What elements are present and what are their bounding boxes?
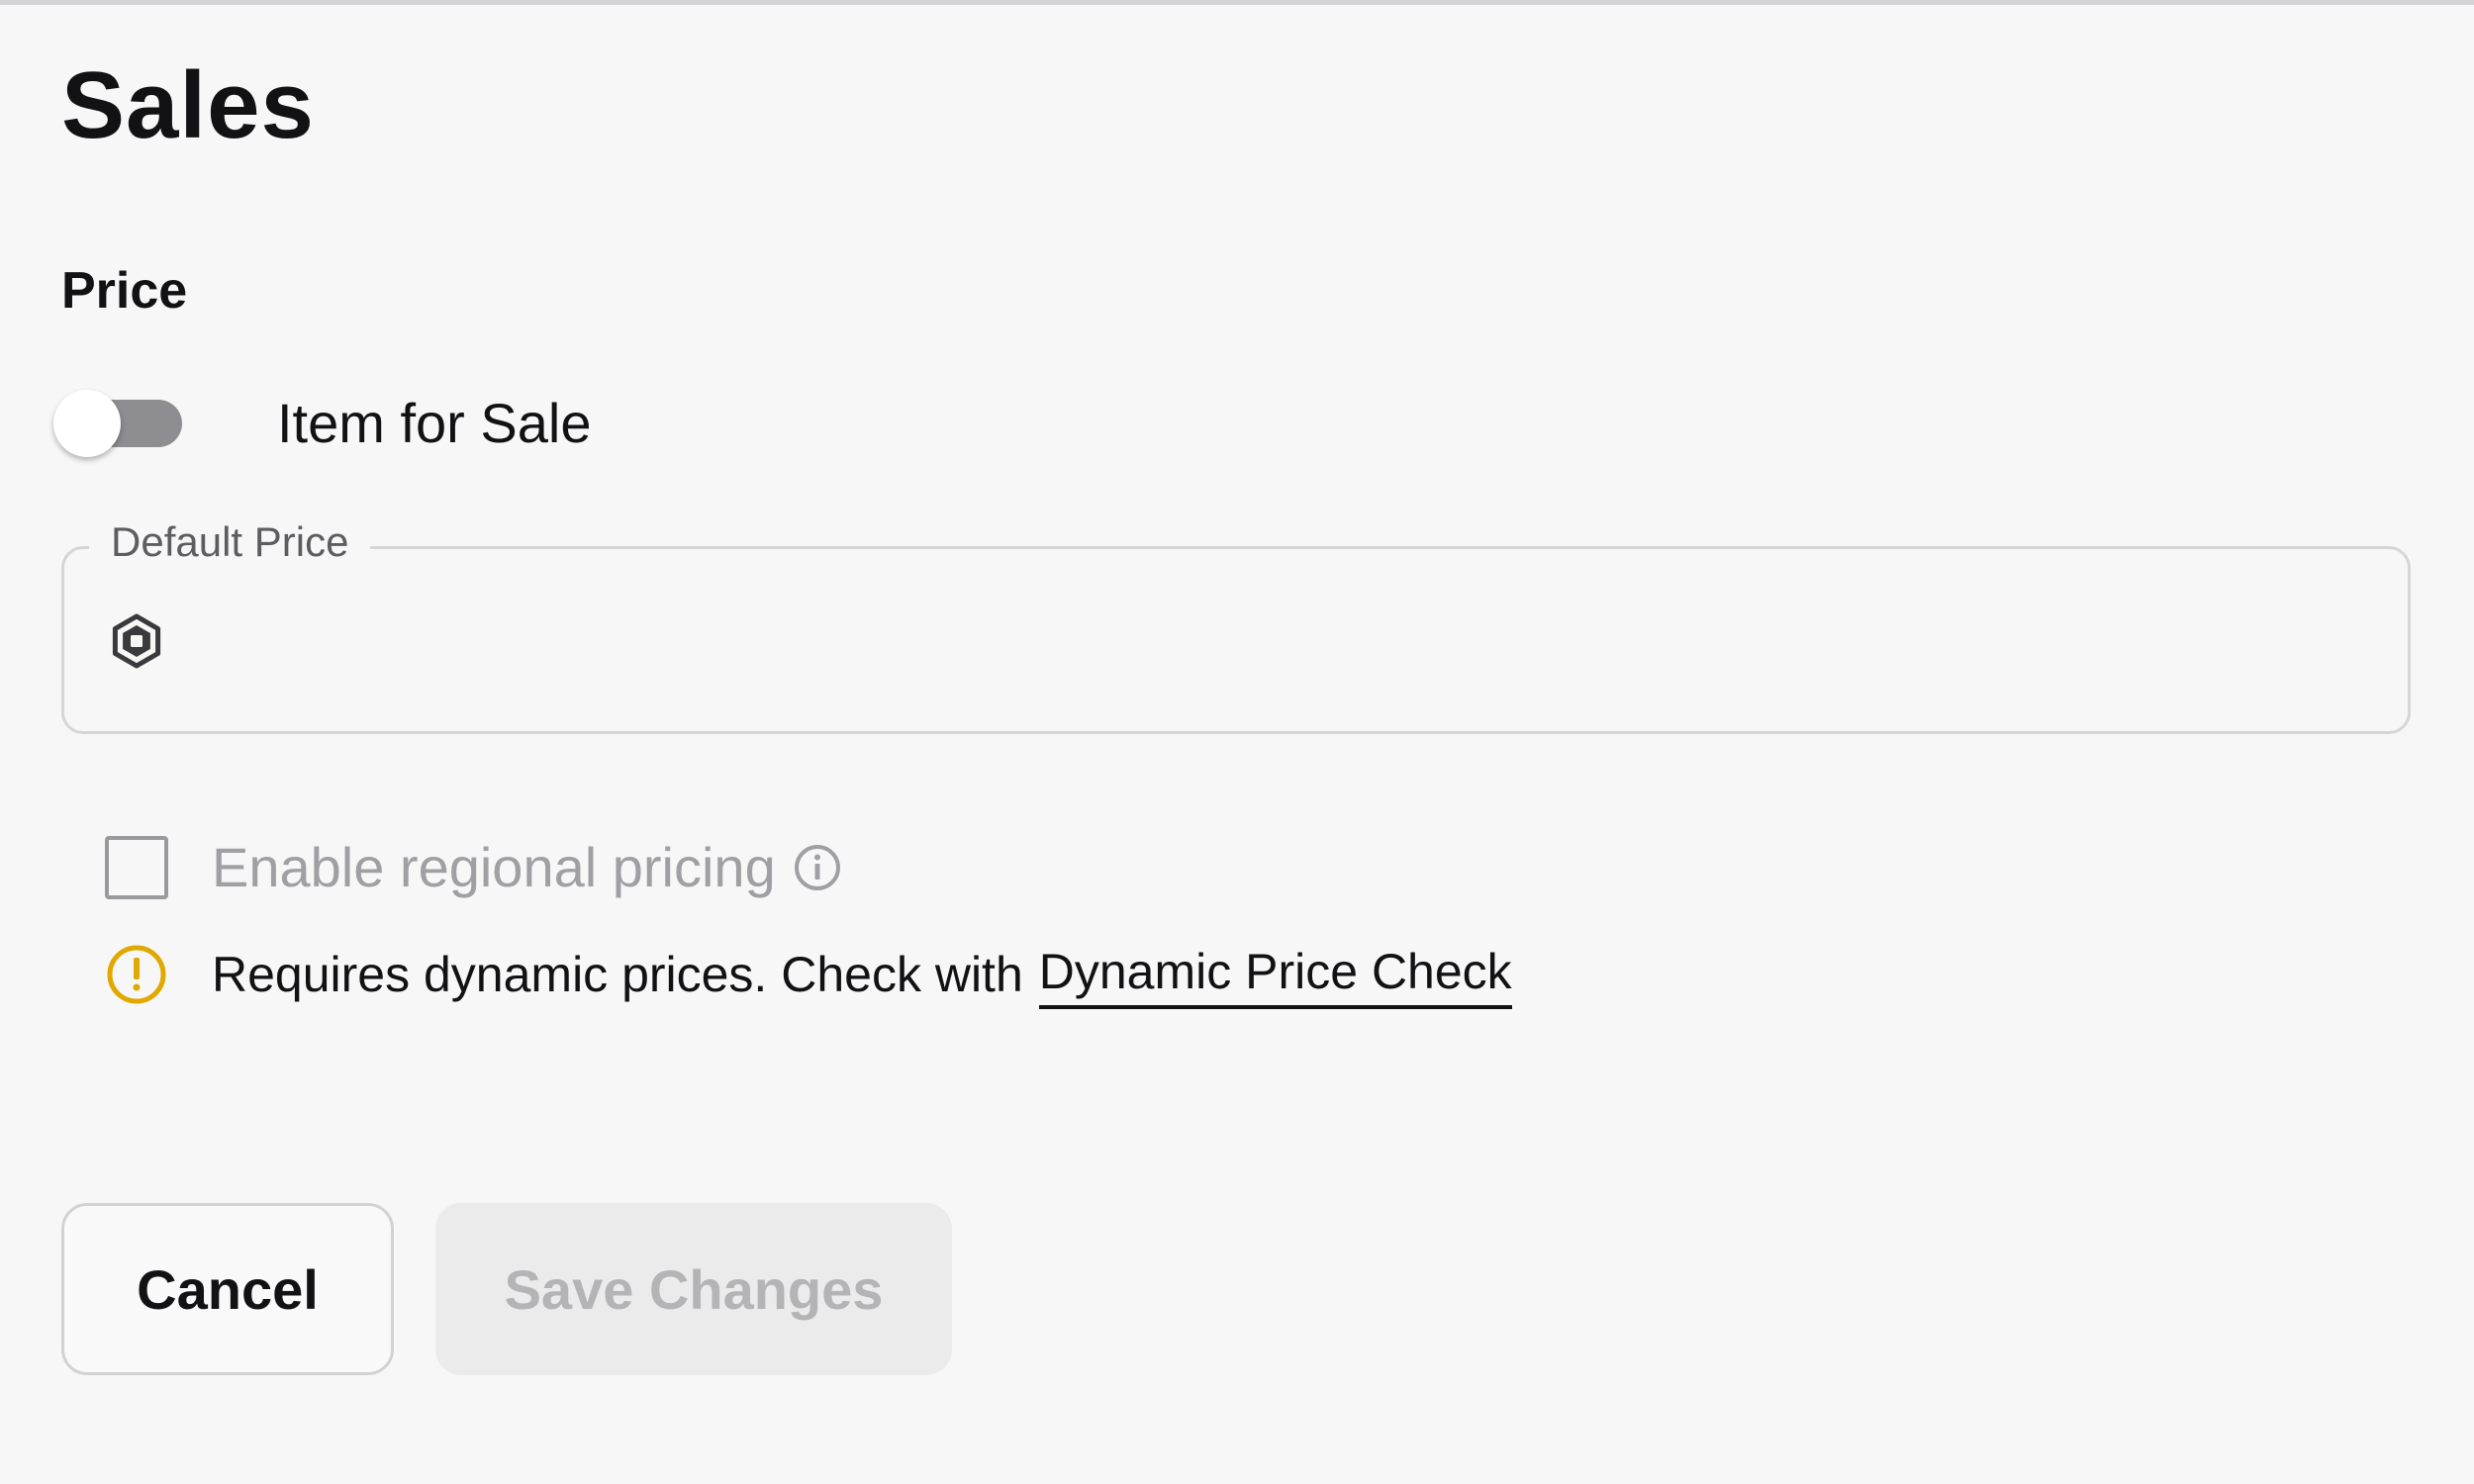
dynamic-price-check-link[interactable]: Dynamic Price Check <box>1038 940 1512 1009</box>
default-price-input[interactable] <box>188 600 2369 685</box>
dynamic-price-warning: Requires dynamic prices. Check with Dyna… <box>105 940 1512 1009</box>
cancel-button[interactable]: Cancel <box>61 1203 394 1375</box>
item-for-sale-label: Item for Sale <box>277 392 592 454</box>
toggle-knob <box>53 390 121 457</box>
save-changes-button[interactable]: Save Changes <box>435 1203 952 1375</box>
warning-icon <box>107 945 166 1004</box>
page-title: Sales <box>61 52 315 158</box>
item-for-sale-row: Item for Sale <box>53 386 591 461</box>
top-divider <box>0 0 2474 5</box>
robux-icon <box>112 613 161 669</box>
regional-pricing-checkbox[interactable] <box>105 836 168 899</box>
default-price-label: Default Price <box>89 516 371 568</box>
regional-pricing-label: Enable regional pricing <box>212 836 776 898</box>
price-section-title: Price <box>61 262 188 320</box>
warning-text: Requires dynamic prices. Check with <box>212 947 1023 1002</box>
regional-pricing-row: Enable regional pricing <box>105 833 841 902</box>
item-for-sale-toggle[interactable] <box>53 386 184 461</box>
info-icon[interactable] <box>794 844 841 891</box>
